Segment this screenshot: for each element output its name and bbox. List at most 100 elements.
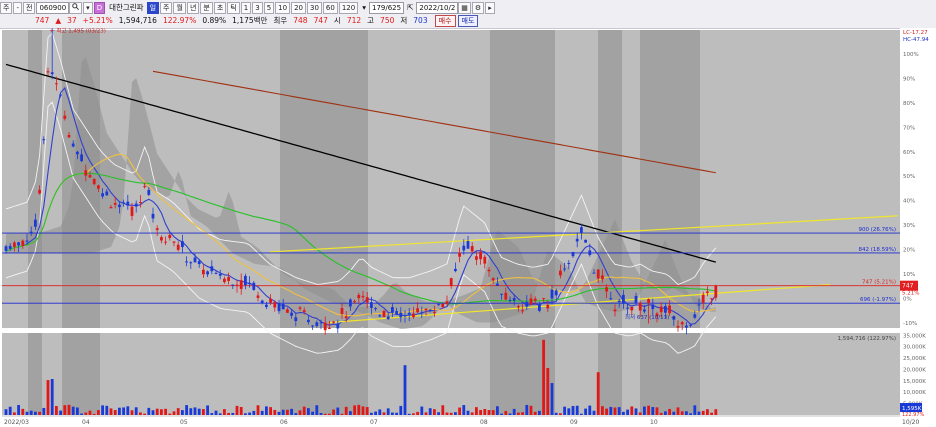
period-button-7[interactable]: 3 bbox=[252, 1, 263, 14]
price-chart[interactable]: 100% 90% 80% 70% 60% 50% 40% 30% 20% 10% 0% -10% LC-… bbox=[0, 28, 936, 427]
candle-body bbox=[176, 244, 180, 250]
period-button-10[interactable]: 20 bbox=[291, 1, 306, 14]
volume-bar bbox=[101, 405, 104, 415]
period-button-3[interactable]: 분 bbox=[200, 1, 213, 14]
volume-bar bbox=[273, 409, 277, 415]
volume-band-0 bbox=[28, 333, 42, 415]
period-button-group: 주 월 년 분 초 틱 1 3 5 10 20 30 60 120 bbox=[160, 1, 359, 14]
volume-bar bbox=[336, 407, 340, 415]
candle-body bbox=[17, 242, 20, 246]
credit-button[interactable]: D bbox=[93, 1, 106, 14]
low-label: 저 bbox=[400, 15, 408, 25]
zoom-icon[interactable]: ⇱ bbox=[404, 3, 416, 13]
lc-readout: LC-17.27 bbox=[903, 30, 928, 36]
candle-body bbox=[235, 284, 239, 287]
volume-bar bbox=[466, 410, 470, 415]
search-icon[interactable] bbox=[69, 1, 83, 14]
period-button-13[interactable]: 120 bbox=[338, 1, 359, 14]
candle-body bbox=[197, 261, 201, 264]
volume-bar bbox=[512, 408, 516, 415]
volume-bar bbox=[689, 413, 692, 415]
candle-body bbox=[529, 298, 533, 305]
candle-body bbox=[286, 309, 289, 313]
volume-bar bbox=[25, 411, 29, 415]
volume-bar bbox=[4, 409, 8, 415]
candle-body bbox=[668, 305, 671, 314]
volume-bar bbox=[424, 412, 428, 415]
settings-icon[interactable]: ⚙ bbox=[471, 1, 485, 14]
calendar-icon[interactable]: ▦ bbox=[458, 1, 471, 14]
candle-body bbox=[332, 321, 335, 323]
period-button-1[interactable]: 월 bbox=[173, 1, 186, 14]
period-button-2[interactable]: 년 bbox=[186, 1, 200, 14]
period-button-0[interactable]: 주 bbox=[160, 1, 173, 14]
volume-bar bbox=[260, 410, 264, 415]
candle-body bbox=[630, 306, 634, 311]
period-button-6[interactable]: 1 bbox=[240, 1, 252, 14]
candle-body bbox=[706, 291, 709, 293]
volume-bar bbox=[176, 408, 180, 415]
level-label-2: 747 (5.21%) bbox=[862, 280, 896, 286]
period-button-11[interactable]: 30 bbox=[307, 1, 322, 14]
volume-bar bbox=[147, 407, 151, 415]
candle-body bbox=[172, 241, 176, 243]
stock-code-input[interactable]: 060900 bbox=[36, 1, 70, 14]
volume-bar bbox=[521, 412, 524, 415]
candle-body bbox=[281, 303, 285, 310]
period-button-9[interactable]: 10 bbox=[275, 1, 291, 14]
vol-tick-2: 25,000K bbox=[903, 356, 926, 362]
candle-body bbox=[139, 201, 142, 203]
candle-body bbox=[500, 293, 503, 295]
sell-button[interactable]: 매도 bbox=[457, 14, 479, 27]
period-button-8[interactable]: 5 bbox=[263, 1, 275, 14]
candle-body bbox=[101, 193, 104, 197]
period-button-4[interactable]: 초 bbox=[213, 1, 227, 14]
volume-bar bbox=[386, 408, 390, 415]
candle-body bbox=[676, 325, 680, 328]
period-day-button[interactable]: 일 bbox=[146, 1, 160, 14]
candle-body bbox=[437, 304, 440, 306]
all-button[interactable]: 전 bbox=[22, 1, 36, 14]
candle-body bbox=[382, 310, 386, 317]
options-icon[interactable]: ▸ bbox=[485, 1, 495, 14]
volume-bar bbox=[584, 408, 587, 415]
candle-body bbox=[290, 312, 293, 316]
volume-bar bbox=[71, 406, 75, 415]
candle-body bbox=[181, 241, 184, 248]
main-chart-button[interactable]: 주 bbox=[0, 1, 13, 14]
candle-body bbox=[680, 322, 684, 325]
period-button-12[interactable]: 60 bbox=[322, 1, 338, 14]
volume-band-4 bbox=[598, 333, 622, 415]
volume-bar bbox=[307, 408, 310, 415]
volume-bar bbox=[214, 410, 218, 415]
volume-bar bbox=[500, 413, 503, 415]
volume-bar bbox=[395, 412, 398, 415]
date-input[interactable]: 2022/10/2 bbox=[416, 1, 459, 14]
level-label-3: 696 (-1.97%) bbox=[860, 297, 896, 303]
volume-bar bbox=[130, 410, 134, 415]
pct-tick-4: 60% bbox=[903, 150, 915, 156]
volume-bar bbox=[596, 372, 600, 415]
minus-button[interactable]: - bbox=[13, 1, 22, 14]
low-price: 703 bbox=[413, 15, 428, 25]
turnover-rate: 0.89% bbox=[202, 15, 227, 25]
candle-body bbox=[462, 245, 466, 251]
volume-bar bbox=[685, 411, 688, 415]
volume-bar bbox=[290, 408, 293, 415]
pct-tick-6: 40% bbox=[903, 199, 915, 205]
volume-bar bbox=[487, 410, 491, 415]
volume-bar bbox=[118, 407, 121, 415]
candle-body bbox=[59, 94, 62, 96]
buy-button[interactable]: 매수 bbox=[434, 14, 456, 27]
best-quote-label: 최우 bbox=[273, 15, 288, 25]
volume-bar bbox=[391, 412, 394, 415]
volume-bar bbox=[340, 413, 344, 415]
period-dropdown[interactable]: ▾ bbox=[359, 3, 369, 13]
data-count: 179/625 bbox=[368, 1, 405, 14]
chevron-down-icon[interactable]: ▾ bbox=[83, 1, 93, 14]
period-button-5[interactable]: 틱 bbox=[227, 1, 240, 14]
candle-body bbox=[265, 304, 268, 307]
candle-body bbox=[445, 301, 449, 305]
pct-tick-8: 20% bbox=[903, 248, 915, 254]
candle-body bbox=[126, 201, 130, 206]
